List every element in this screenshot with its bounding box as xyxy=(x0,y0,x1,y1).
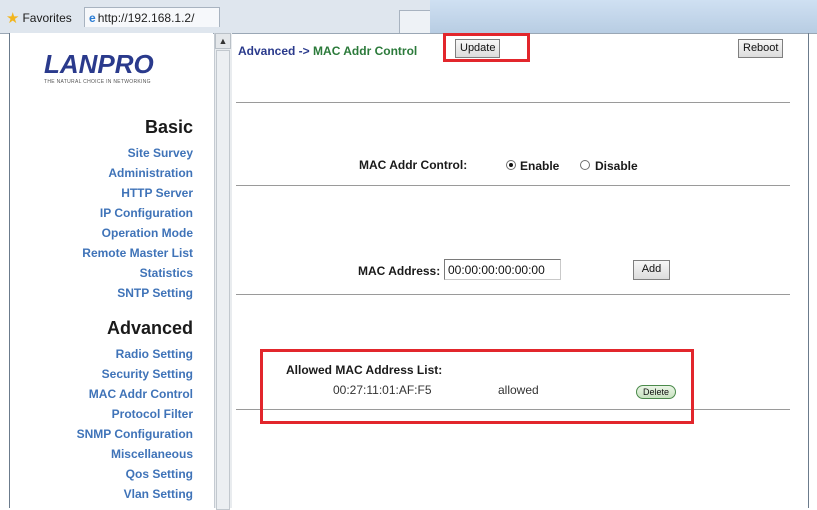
address-text: http://192.168.1.2/ xyxy=(97,11,195,25)
sidebar-scrollbar[interactable]: ▲ xyxy=(214,33,232,510)
mac-address-input[interactable] xyxy=(444,259,561,280)
disable-label: Disable xyxy=(595,159,638,173)
sidebar-item-remote-master-list[interactable]: Remote Master List xyxy=(82,246,193,260)
favorites-button[interactable]: ★ Favorites xyxy=(6,9,72,27)
sidebar-item-ip-configuration[interactable]: IP Configuration xyxy=(100,206,193,220)
divider xyxy=(236,409,790,410)
disable-radio[interactable] xyxy=(580,160,590,170)
logo-wordmark: LANPRO xyxy=(44,49,154,79)
sidebar-item-qos-setting[interactable]: Qos Setting xyxy=(126,467,193,481)
sidebar-heading-basic: Basic xyxy=(144,117,193,137)
sidebar-item-mac-addr-control[interactable]: MAC Addr Control xyxy=(89,387,193,401)
sidebar-item-miscellaneous[interactable]: Miscellaneous xyxy=(111,447,193,461)
divider xyxy=(236,185,790,186)
favorites-label: Favorites xyxy=(22,11,72,25)
sidebar-item-operation-mode[interactable]: Operation Mode xyxy=(102,226,193,240)
allowed-list-title: Allowed MAC Address List: xyxy=(286,363,443,377)
breadcrumb-section: Advanced -> xyxy=(238,44,310,58)
sidebar-item-security-setting[interactable]: Security Setting xyxy=(102,367,193,381)
sidebar-item-vlan-setting[interactable]: Vlan Setting xyxy=(124,487,193,501)
scroll-thumb[interactable] xyxy=(216,50,230,510)
sidebar-item-sntp-setting[interactable]: SNTP Setting xyxy=(117,286,193,300)
frame-border-right xyxy=(808,33,809,508)
update-button[interactable]: Update xyxy=(455,39,501,58)
sidebar-item-snmp-configuration[interactable]: SNMP Configuration xyxy=(77,427,193,441)
mac-address-label: MAC Address: xyxy=(358,264,441,278)
divider xyxy=(236,102,790,103)
sidebar: LANPRO THE NATURAL CHOICE IN NETWORKING … xyxy=(10,33,213,508)
add-button[interactable]: Add xyxy=(633,260,670,280)
ie-page-icon: e xyxy=(89,11,96,25)
favorites-star-icon: ★ xyxy=(6,10,20,27)
allowed-list-highlight-box xyxy=(260,349,694,424)
sidebar-item-administration[interactable]: Administration xyxy=(108,166,193,180)
address-tab[interactable]: e http://192.168.1.2/ xyxy=(84,7,220,27)
sidebar-item-site-survey[interactable]: Site Survey xyxy=(128,146,193,160)
logo-tagline: THE NATURAL CHOICE IN NETWORKING xyxy=(44,79,151,85)
main-panel: Advanced -> MAC Addr Control Update Rebo… xyxy=(232,33,808,508)
breadcrumb: Advanced -> MAC Addr Control xyxy=(238,44,417,58)
scroll-up-arrow-icon[interactable]: ▲ xyxy=(215,33,231,49)
enable-radio[interactable] xyxy=(506,160,516,170)
lanpro-logo: LANPRO THE NATURAL CHOICE IN NETWORKING xyxy=(44,51,204,91)
sidebar-item-http-server[interactable]: HTTP Server xyxy=(121,186,193,200)
sidebar-item-radio-setting[interactable]: Radio Setting xyxy=(116,347,193,361)
allowed-status: allowed xyxy=(498,383,539,397)
sidebar-item-protocol-filter[interactable]: Protocol Filter xyxy=(112,407,193,421)
divider xyxy=(236,294,790,295)
enable-label: Enable xyxy=(520,159,560,173)
sidebar-item-statistics[interactable]: Statistics xyxy=(140,266,193,280)
breadcrumb-page: MAC Addr Control xyxy=(313,44,418,58)
browser-toolbar: ★ Favorites e http://192.168.1.2/ xyxy=(0,0,817,34)
delete-button[interactable]: Delete xyxy=(636,385,677,399)
new-tab-button[interactable] xyxy=(399,10,431,33)
mac-control-label: MAC Addr Control: xyxy=(359,158,468,172)
toolbar-background xyxy=(430,0,817,33)
allowed-mac-address: 00:27:11:01:AF:F5 xyxy=(333,383,432,397)
reboot-button[interactable]: Reboot xyxy=(738,39,784,58)
sidebar-heading-advanced: Advanced xyxy=(106,318,193,338)
radio-selected-dot xyxy=(509,163,513,167)
